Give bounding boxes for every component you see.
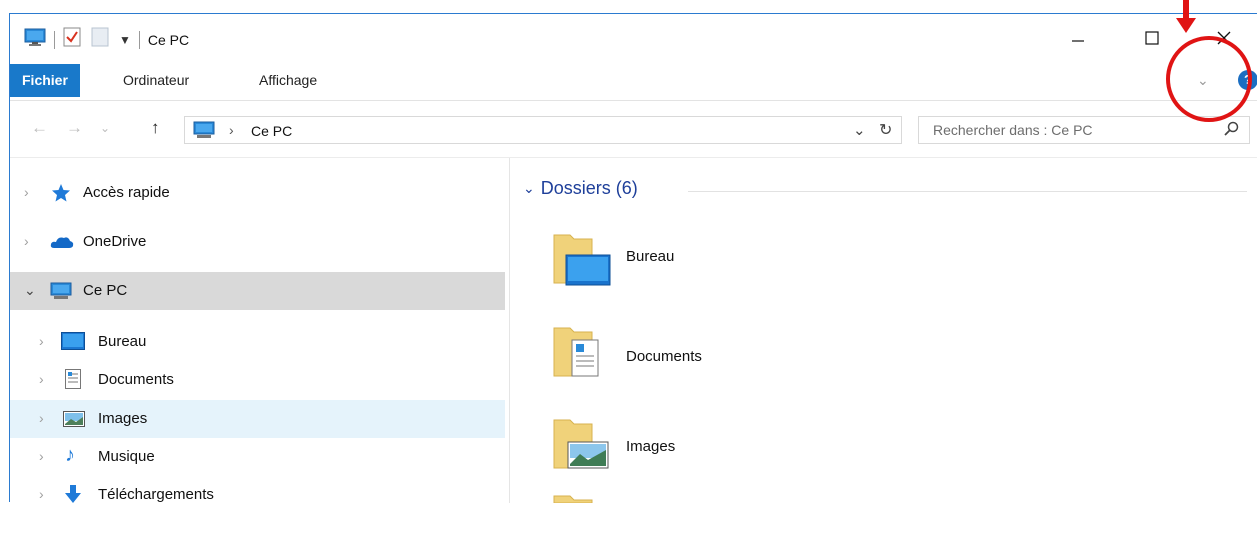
- refresh-icon[interactable]: ↻: [879, 120, 892, 140]
- nav-item-musique[interactable]: › ♪ Musique: [10, 438, 505, 476]
- folder-label: Bureau: [626, 248, 675, 265]
- nav-item-ce-pc[interactable]: ⌄ Ce PC: [10, 272, 505, 310]
- annotation-down-arrow-icon: [1176, 0, 1196, 36]
- folder-label: Images: [626, 438, 676, 455]
- group-header-dossiers[interactable]: ⌄ Dossiers (6): [523, 178, 638, 199]
- nav-item-label: OneDrive: [83, 233, 147, 250]
- nav-item-documents[interactable]: › Documents: [10, 361, 505, 399]
- maximize-icon: [1145, 31, 1159, 45]
- collapse-chevron-icon[interactable]: ⌄: [24, 282, 36, 299]
- address-bar[interactable]: › Ce PC ⌄ ↻: [184, 116, 902, 144]
- star-icon: [51, 183, 71, 208]
- quick-access-toolbar: ▼ Ce PC: [24, 27, 189, 52]
- group-collapse-chevron-icon[interactable]: ⌄: [523, 180, 535, 197]
- minimize-button[interactable]: [1063, 24, 1093, 52]
- nav-item-label: Bureau: [98, 333, 147, 350]
- nav-item-acces-rapide[interactable]: › Accès rapide: [10, 174, 505, 212]
- address-path: Ce PC: [251, 123, 293, 139]
- folder-label: Documents: [626, 348, 702, 365]
- nav-item-label: Ce PC: [83, 282, 128, 299]
- nav-item-label: Documents: [98, 371, 174, 388]
- nav-item-label: Accès rapide: [83, 184, 170, 201]
- toolbar-separator: [54, 30, 55, 49]
- navigation-pane: › Accès rapide › OneDrive ⌄ Ce PC › Bure…: [10, 158, 510, 503]
- properties-icon[interactable]: [63, 27, 81, 52]
- nav-item-telechargements[interactable]: › Téléchargements: [10, 476, 505, 514]
- nav-item-images[interactable]: › Images: [10, 400, 505, 438]
- expand-chevron-icon[interactable]: ›: [24, 184, 29, 200]
- address-history-chevron-icon[interactable]: ⌄: [853, 121, 866, 139]
- nav-item-label: Musique: [98, 448, 155, 465]
- tab-affichage[interactable]: Affichage: [247, 64, 329, 97]
- group-divider: [688, 191, 1247, 192]
- music-icon: ♪: [65, 444, 75, 466]
- window-title: Ce PC: [147, 31, 190, 48]
- maximize-button[interactable]: [1137, 24, 1167, 52]
- tab-fichier[interactable]: Fichier: [10, 64, 80, 97]
- expand-chevron-icon[interactable]: ›: [39, 410, 44, 426]
- content-pane: ⌄ Dossiers (6) Bureau Documents Images: [510, 158, 1257, 504]
- expand-chevron-icon[interactable]: ›: [39, 333, 44, 349]
- nav-item-bureau[interactable]: › Bureau: [10, 323, 505, 361]
- minimize-icon: [1072, 40, 1084, 42]
- new-folder-icon[interactable]: [91, 27, 109, 52]
- address-row: ← → ⌄ ↑ › Ce PC ⌄ ↻ Rechercher dans : Ce…: [10, 101, 1257, 158]
- expand-chevron-icon[interactable]: ›: [24, 233, 29, 249]
- forward-arrow-icon[interactable]: →: [66, 118, 83, 138]
- ribbon-tabs: Fichier Ordinateur Affichage ⌄ ?: [10, 64, 1257, 101]
- breadcrumb-chevron-icon: ›: [229, 122, 234, 138]
- nav-item-onedrive[interactable]: › OneDrive: [10, 223, 505, 261]
- downloads-icon: [64, 484, 82, 509]
- search-input[interactable]: Rechercher dans : Ce PC: [933, 122, 1093, 138]
- images-icon: [63, 411, 85, 432]
- recent-locations-chevron-icon[interactable]: ⌄: [100, 121, 110, 135]
- expand-chevron-icon[interactable]: ›: [39, 448, 44, 464]
- file-explorer-window: ▼ Ce PC Fichier Ordinateur Affichage ⌄ ?…: [9, 13, 1257, 504]
- computer-icon: [50, 282, 72, 305]
- expand-chevron-icon[interactable]: ›: [39, 486, 44, 502]
- customize-dropdown-icon[interactable]: ▼: [119, 33, 131, 47]
- tab-ordinateur[interactable]: Ordinateur: [111, 64, 201, 97]
- images-folder-icon: [552, 412, 612, 472]
- back-arrow-icon[interactable]: ←: [31, 118, 48, 138]
- annotation-highlight-circle: [1166, 36, 1252, 122]
- title-bar: ▼ Ce PC: [10, 14, 1257, 64]
- folder-icon: [552, 488, 612, 548]
- desktop-icon: [61, 332, 85, 355]
- search-icon[interactable]: [1223, 121, 1239, 142]
- desktop-folder-icon: [552, 227, 612, 287]
- documents-folder-icon: [552, 320, 612, 380]
- toolbar-separator: [138, 30, 140, 49]
- computer-icon: [193, 121, 215, 144]
- computer-icon[interactable]: [24, 27, 46, 52]
- up-arrow-icon[interactable]: ↑: [151, 118, 160, 138]
- group-title: Dossiers (6): [540, 178, 638, 198]
- onedrive-icon: [50, 235, 74, 254]
- nav-item-label: Images: [98, 410, 148, 427]
- nav-item-label: Téléchargements: [98, 486, 214, 503]
- documents-icon: [65, 369, 81, 394]
- expand-chevron-icon[interactable]: ›: [39, 371, 44, 387]
